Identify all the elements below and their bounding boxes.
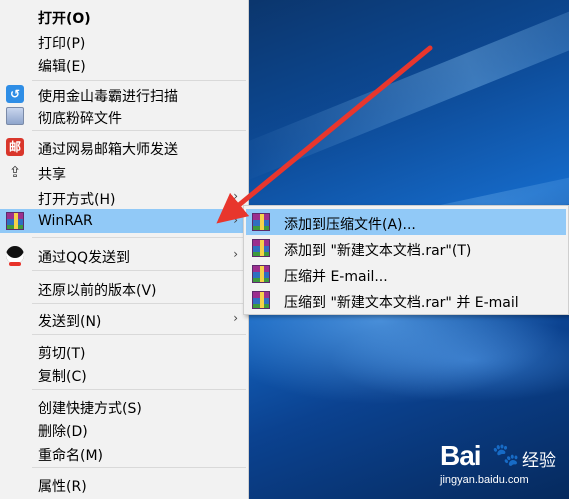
submenu-item-add-to-archive[interactable]: 添加到压缩文件(A)... <box>246 209 566 235</box>
menu-item-label: 通过QQ发送到 <box>38 250 131 266</box>
chevron-right-icon: › <box>233 247 238 261</box>
submenu-item-compress-and-email[interactable]: 压缩并 E-mail... <box>246 261 566 287</box>
menu-separator <box>32 80 246 81</box>
share-icon: ⇪ <box>8 163 22 181</box>
menu-item-label: 发送到(N) <box>38 314 102 330</box>
winrar-icon <box>252 265 270 283</box>
menu-item-netease-send[interactable]: 邮 通过网易邮箱大师发送 <box>0 135 248 159</box>
winrar-icon <box>6 212 24 230</box>
menu-item-delete[interactable]: 删除(D) <box>0 417 248 441</box>
submenu-item-label: 添加到压缩文件(A)... <box>284 217 416 233</box>
menu-item-kingsoft-scan[interactable]: ↺ 使用金山毒霸进行扫描 <box>0 82 248 106</box>
wallpaper-light-beam <box>223 0 569 185</box>
menu-item-label: 重命名(M) <box>38 448 104 464</box>
chevron-right-icon: › <box>233 189 238 203</box>
kingsoft-antivirus-icon: ↺ <box>6 85 24 103</box>
watermark-suffix: 经验 <box>522 451 556 470</box>
menu-separator <box>32 467 246 468</box>
menu-item-label: 打开方式(H) <box>38 192 116 208</box>
menu-item-label: 创建快捷方式(S) <box>38 401 142 417</box>
menu-item-label: 共享 <box>38 167 66 183</box>
menu-item-label: 彻底粉碎文件 <box>38 111 122 127</box>
chevron-right-icon: › <box>233 311 238 325</box>
submenu-item-add-to-named-rar[interactable]: 添加到 "新建文本文档.rar"(T) <box>246 235 566 261</box>
qq-icon <box>6 246 24 266</box>
menu-item-share[interactable]: ⇪ 共享 <box>0 160 248 184</box>
file-shredder-icon <box>6 107 24 125</box>
menu-item-properties[interactable]: 属性(R) <box>0 472 248 496</box>
menu-item-label: 复制(C) <box>38 369 87 385</box>
menu-item-open[interactable]: 打开(O) <box>0 4 248 28</box>
netease-mail-icon: 邮 <box>6 138 24 156</box>
menu-separator <box>32 237 246 238</box>
menu-separator <box>32 303 246 304</box>
menu-item-copy[interactable]: 复制(C) <box>0 362 248 386</box>
submenu-item-compress-to-rar-and-email[interactable]: 压缩到 "新建文本文档.rar" 并 E-mail <box>246 287 566 313</box>
menu-item-label: 剪切(T) <box>38 346 86 362</box>
menu-item-label: 还原以前的版本(V) <box>38 283 157 299</box>
menu-item-label: 打印(P) <box>38 36 86 52</box>
baidu-paw-icon: 🐾 <box>492 442 520 467</box>
menu-item-send-via-qq[interactable]: 通过QQ发送到 › <box>0 243 248 267</box>
menu-item-label: 使用金山毒霸进行扫描 <box>38 89 178 105</box>
menu-item-label: 通过网易邮箱大师发送 <box>38 142 178 158</box>
submenu-item-label: 压缩并 E-mail... <box>284 269 388 285</box>
submenu-item-label: 压缩到 "新建文本文档.rar" 并 E-mail <box>284 295 519 311</box>
menu-item-create-shortcut[interactable]: 创建快捷方式(S) <box>0 394 248 418</box>
menu-separator <box>32 130 246 131</box>
context-menu: 打开(O) 打印(P) 编辑(E) ↺ 使用金山毒霸进行扫描 彻底粉碎文件 邮 … <box>0 0 249 499</box>
winrar-icon <box>252 291 270 309</box>
chevron-right-icon: › <box>233 213 238 227</box>
menu-item-label: 打开(O) <box>38 11 91 27</box>
menu-item-cut[interactable]: 剪切(T) <box>0 339 248 363</box>
menu-item-label: 编辑(E) <box>38 59 86 75</box>
menu-item-label: WinRAR <box>38 213 93 229</box>
menu-item-restore-previous-versions[interactable]: 还原以前的版本(V) <box>0 276 248 300</box>
menu-item-print[interactable]: 打印(P) <box>0 29 248 53</box>
menu-separator <box>32 334 246 335</box>
menu-separator <box>32 389 246 390</box>
winrar-icon <box>252 239 270 257</box>
baidu-jingyan-watermark: Bai 🐾 经验 jingyan.baidu.com <box>410 432 560 494</box>
menu-item-rename[interactable]: 重命名(M) <box>0 441 248 465</box>
menu-item-label: 删除(D) <box>38 424 88 440</box>
menu-separator <box>32 270 246 271</box>
winrar-submenu: 添加到压缩文件(A)... 添加到 "新建文本文档.rar"(T) 压缩并 E-… <box>243 205 569 315</box>
winrar-icon <box>252 213 270 231</box>
submenu-item-label: 添加到 "新建文本文档.rar"(T) <box>284 243 472 259</box>
watermark-url: jingyan.baidu.com <box>440 474 529 486</box>
menu-item-send-to[interactable]: 发送到(N) › <box>0 307 248 331</box>
menu-item-winrar[interactable]: WinRAR › <box>0 209 248 233</box>
menu-item-edit[interactable]: 编辑(E) <box>0 52 248 76</box>
watermark-brand: Bai <box>440 440 482 471</box>
menu-item-label: 属性(R) <box>38 479 87 495</box>
menu-item-open-with[interactable]: 打开方式(H) › <box>0 185 248 209</box>
menu-item-shred-file[interactable]: 彻底粉碎文件 <box>0 104 248 128</box>
